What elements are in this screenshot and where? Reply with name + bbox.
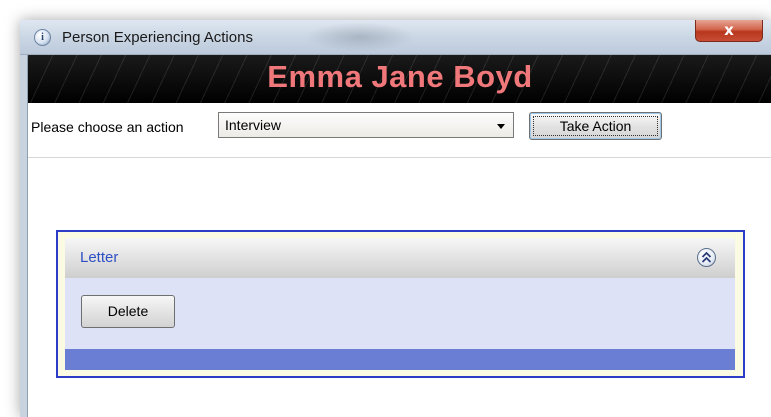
info-app-icon: i <box>34 29 51 46</box>
close-button[interactable]: x <box>695 20 763 42</box>
take-action-button[interactable]: Take Action <box>529 112 662 140</box>
focus-ring <box>533 116 658 136</box>
screenshot-stage: i Person Experiencing Actions x Emma Jan… <box>0 0 771 417</box>
person-name-heading: Emma Jane Boyd <box>267 59 533 94</box>
action-prompt-label: Please choose an action <box>31 119 184 135</box>
actions-content-area: Letter Delete <box>28 157 771 417</box>
letter-panel-body: Delete <box>65 278 735 349</box>
person-banner: Emma Jane Boyd <box>28 55 771 103</box>
delete-button[interactable]: Delete <box>81 295 175 328</box>
letter-panel-title: Letter <box>80 249 119 266</box>
window-title: Person Experiencing Actions <box>62 29 253 46</box>
dialog-client-area: Emma Jane Boyd Please choose an action I… <box>27 55 771 417</box>
title-bar-shading <box>305 22 415 52</box>
dropdown-arrow-icon[interactable] <box>497 124 505 129</box>
double-chevron-up-glyph <box>701 251 712 263</box>
action-select[interactable]: Interview <box>218 112 514 138</box>
double-chevron-up-icon[interactable] <box>697 248 716 267</box>
letter-panel-header[interactable]: Letter <box>65 238 735 278</box>
letter-panel: Letter Delete <box>56 230 745 378</box>
dialog-window: i Person Experiencing Actions x Emma Jan… <box>20 20 771 417</box>
letter-panel-footer <box>65 349 735 370</box>
action-row: Please choose an action Interview Take A… <box>28 103 771 157</box>
action-select-value: Interview <box>225 117 282 133</box>
title-bar[interactable]: i Person Experiencing Actions x <box>20 20 771 55</box>
